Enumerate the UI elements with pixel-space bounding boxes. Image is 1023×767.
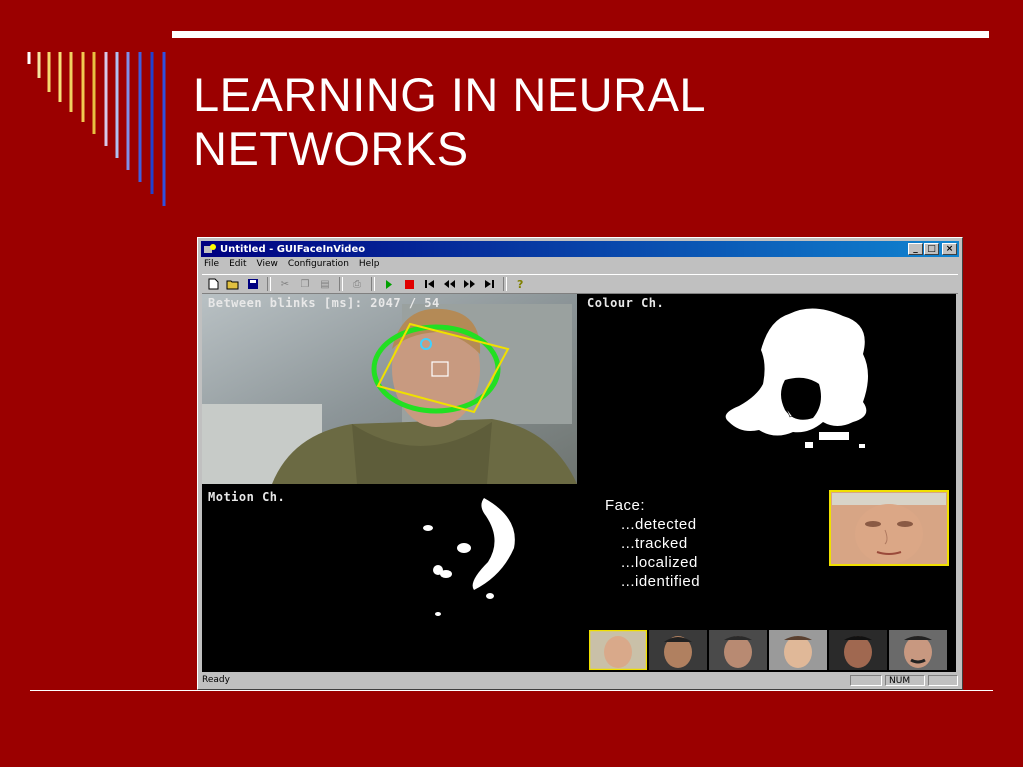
toolbar-separator xyxy=(371,277,375,291)
face-status-detected: ...detected xyxy=(621,516,697,533)
menu-help[interactable]: Help xyxy=(359,259,380,273)
save-icon[interactable] xyxy=(244,277,262,291)
face-status-identified: ...identified xyxy=(621,573,701,590)
status-box-empty xyxy=(850,674,882,686)
fast-forward-icon[interactable] xyxy=(460,277,478,291)
paste-icon[interactable]: ▤ xyxy=(316,277,334,291)
stripe-lines xyxy=(27,52,166,206)
stop-icon[interactable] xyxy=(400,277,418,291)
gallery-face-1[interactable] xyxy=(589,630,647,670)
face-status-list: Face: ...detected ...tracked ...localize… xyxy=(605,496,700,591)
minimize-button[interactable]: _ xyxy=(908,243,923,255)
motion-channel-label: Motion Ch. xyxy=(208,490,286,504)
close-button[interactable]: × xyxy=(942,243,957,255)
face-pane: Face: ...detected ...tracked ...localize… xyxy=(581,488,956,672)
toolbar: ✂ ❐ ▤ ⎙ ? xyxy=(202,274,958,294)
bottom-rule xyxy=(30,690,993,691)
menu-file[interactable]: File xyxy=(204,259,219,273)
gallery-face-2[interactable] xyxy=(649,630,707,670)
face-status-tracked: ...tracked xyxy=(621,535,688,552)
cut-icon[interactable]: ✂ xyxy=(276,277,294,291)
toolbar-separator xyxy=(503,277,507,291)
app-window: Untitled - GUIFaceInVideo _ □ × File Edi… xyxy=(197,237,963,690)
face-heading: Face: xyxy=(605,497,646,514)
copy-icon[interactable]: ❐ xyxy=(296,277,314,291)
skip-start-icon[interactable] xyxy=(420,277,438,291)
menubar: File Edit View Configuration Help xyxy=(204,259,379,273)
print-icon[interactable]: ⎙ xyxy=(348,277,366,291)
menu-configuration[interactable]: Configuration xyxy=(288,259,349,273)
colour-channel-label: Colour Ch. xyxy=(587,296,665,310)
open-icon[interactable] xyxy=(224,277,242,291)
svg-text:?: ? xyxy=(517,278,523,290)
video-panes: Between blinks [ms]: 2047 / 54 Colour Ch… xyxy=(202,294,956,672)
gallery-face-6[interactable] xyxy=(889,630,947,670)
top-rule xyxy=(172,31,989,38)
maximize-button[interactable]: □ xyxy=(924,243,939,255)
statusbar: Ready NUM xyxy=(202,673,958,687)
slide-title-line2: NETWORKS xyxy=(193,122,469,175)
rewind-icon[interactable] xyxy=(440,277,458,291)
slide-title: LEARNING IN NEURAL NETWORKS xyxy=(193,68,706,176)
colour-channel-pane: Colour Ch. xyxy=(581,294,956,484)
colour-channel-mask xyxy=(581,294,956,484)
slide-title-line1: LEARNING IN NEURAL xyxy=(193,68,707,121)
toolbar-separator xyxy=(339,277,343,291)
skip-end-icon[interactable] xyxy=(480,277,498,291)
window-titlebar[interactable]: Untitled - GUIFaceInVideo _ □ × xyxy=(201,241,959,257)
camera-pane: Between blinks [ms]: 2047 / 54 xyxy=(202,294,577,484)
gallery-face-5[interactable] xyxy=(829,630,887,670)
new-icon[interactable] xyxy=(204,277,222,291)
status-ready-text: Ready xyxy=(202,675,230,685)
toolbar-separator xyxy=(267,277,271,291)
motion-channel-pane: Motion Ch. xyxy=(202,488,577,672)
face-status-localized: ...localized xyxy=(621,554,698,571)
play-icon[interactable] xyxy=(380,277,398,291)
camera-frame xyxy=(202,294,577,484)
face-gallery xyxy=(589,630,947,670)
status-num-indicator: NUM xyxy=(885,674,925,686)
window-title: Untitled - GUIFaceInVideo xyxy=(220,243,366,255)
menu-view[interactable]: View xyxy=(257,259,278,273)
camera-pane-label: Between blinks [ms]: 2047 / 54 xyxy=(208,296,440,310)
app-icon xyxy=(204,244,216,253)
detected-face-image xyxy=(829,490,949,566)
motion-channel-mask xyxy=(202,488,577,672)
help-icon[interactable]: ? xyxy=(512,277,530,291)
gallery-face-4[interactable] xyxy=(769,630,827,670)
window-controls: _ □ × xyxy=(907,243,957,255)
status-box-empty xyxy=(928,674,958,686)
decorative-stripes xyxy=(27,52,166,206)
gallery-face-3[interactable] xyxy=(709,630,767,670)
menu-edit[interactable]: Edit xyxy=(229,259,246,273)
